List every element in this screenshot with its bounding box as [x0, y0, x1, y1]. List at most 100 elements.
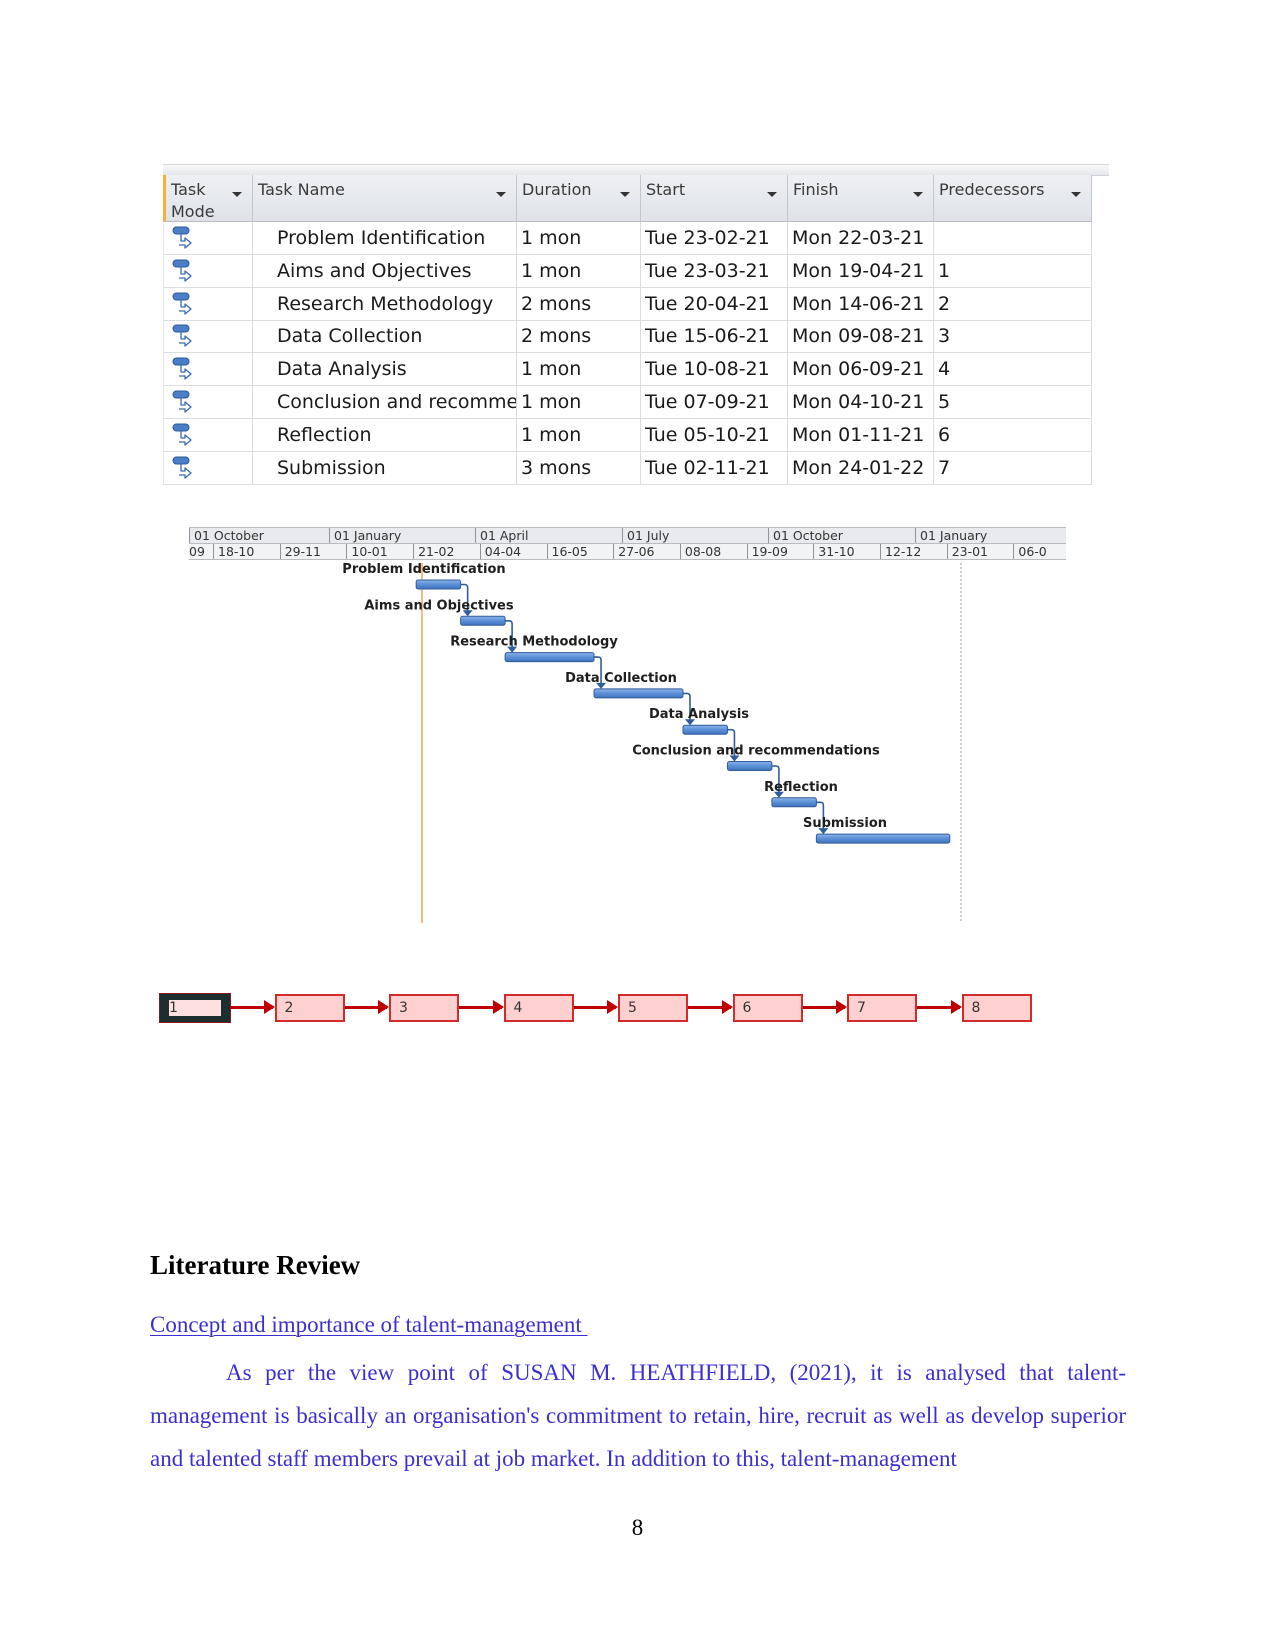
table-row[interactable]: Conclusion and recomme 1 mon Tue 07-09-21 M… [163, 386, 1109, 419]
start-cell[interactable]: Tue 23-03-21 [641, 254, 788, 288]
start-cell[interactable]: Tue 05-10-21 [641, 418, 788, 452]
task-name-cell[interactable]: Data Collection [253, 320, 517, 354]
gantt-bar-label: Data Collection [565, 671, 677, 686]
gantt-task-bar[interactable] [726, 761, 773, 771]
gantt-bar-label: Reflection [764, 780, 838, 795]
network-node[interactable]: 1 [159, 993, 231, 1023]
start-cell[interactable]: Tue 23-02-21 [641, 222, 788, 255]
task-mode-cell[interactable] [163, 353, 253, 387]
dropdown-arrow-icon[interactable] [232, 192, 242, 197]
task-mode-cell[interactable] [163, 418, 253, 452]
task-mode-cell[interactable] [163, 386, 253, 419]
task-name-cell[interactable]: Submission [253, 451, 517, 485]
duration-cell[interactable]: 1 mon [517, 222, 641, 255]
column-header-start[interactable]: Start [641, 175, 788, 222]
dropdown-arrow-icon[interactable] [767, 192, 777, 197]
dropdown-arrow-icon[interactable] [1071, 192, 1081, 197]
task-mode-cell[interactable] [163, 254, 253, 288]
finish-cell[interactable]: Mon 19-04-21 [788, 254, 934, 288]
table-row[interactable]: Research Methodology 2 mons Tue 20-04-21 Mo… [163, 287, 1109, 321]
column-header-duration[interactable]: Duration [517, 175, 641, 222]
predecessors-cell[interactable]: 5 [934, 386, 1092, 419]
dropdown-arrow-icon[interactable] [913, 192, 923, 197]
task-name-cell[interactable]: Research Methodology [253, 287, 517, 321]
duration-cell[interactable]: 1 mon [517, 386, 641, 419]
task-name-cell[interactable]: Data Analysis [253, 353, 517, 387]
table-row[interactable]: Problem Identification 1 mon Tue 23-02-21 M… [163, 222, 1109, 255]
column-header-task-name[interactable]: Task Name [253, 175, 517, 222]
predecessors-cell[interactable]: 3 [934, 320, 1092, 354]
start-cell[interactable]: Tue 07-09-21 [641, 386, 788, 419]
predecessors-cell[interactable]: 7 [934, 451, 1092, 485]
header-label: Start [646, 180, 686, 199]
project-task-table: Task Mode Task Name Duration Start Finis… [163, 164, 1109, 488]
predecessors-cell[interactable] [934, 222, 1092, 255]
duration-cell[interactable]: 2 mons [517, 320, 641, 354]
finish-cell[interactable]: Mon 22-03-21 [788, 222, 934, 255]
task-mode-cell[interactable] [163, 287, 253, 321]
header-label: Task [171, 180, 206, 199]
predecessors-cell[interactable]: 1 [934, 254, 1092, 288]
table-row[interactable]: Data Collection 2 mons Tue 15-06-21 Mon 09-… [163, 320, 1109, 354]
start-cell[interactable]: Tue 20-04-21 [641, 287, 788, 321]
task-name-cell[interactable]: Problem Identification [253, 222, 517, 255]
network-node[interactable]: 6 [732, 994, 803, 1022]
task-mode-cell[interactable] [163, 320, 253, 354]
network-arrow [688, 1000, 732, 1014]
duration-cell[interactable]: 1 mon [517, 418, 641, 452]
finish-cell[interactable]: Mon 14-06-21 [788, 287, 934, 321]
finish-cell[interactable]: Mon 09-08-21 [788, 320, 934, 354]
network-node[interactable]: 2 [274, 994, 345, 1022]
predecessors-cell[interactable]: 2 [934, 287, 1092, 321]
header-label: Finish [793, 180, 839, 199]
header-label: Predecessors [939, 180, 1045, 199]
start-cell[interactable]: Tue 15-06-21 [641, 320, 788, 354]
table-row[interactable]: Submission 3 mons Tue 02-11-21 Mon 24-01-22… [163, 451, 1109, 485]
gantt-task-bar[interactable] [771, 797, 817, 808]
duration-cell[interactable]: 3 mons [517, 451, 641, 485]
network-node[interactable]: 4 [503, 994, 574, 1022]
duration-cell[interactable]: 1 mon [517, 254, 641, 288]
auto-scheduled-task-icon [172, 357, 192, 380]
gantt-bar-label: Research Methodology [450, 635, 618, 650]
gantt-task-bar[interactable] [593, 688, 684, 699]
duration-cell[interactable]: 1 mon [517, 353, 641, 387]
column-header-predecessors[interactable]: Predecessors [934, 175, 1092, 222]
column-header-task-mode[interactable]: Task Mode [163, 175, 253, 222]
task-name-cell[interactable]: Reflection [253, 418, 517, 452]
network-node[interactable]: 8 [961, 994, 1032, 1022]
network-node[interactable]: 7 [847, 994, 917, 1022]
task-name-cell[interactable]: Conclusion and recomme [253, 386, 517, 419]
table-row[interactable]: Data Analysis 1 mon Tue 10-08-21 Mon 06-09-… [163, 353, 1109, 387]
gantt-task-bar[interactable] [415, 579, 462, 590]
task-name-cell[interactable]: Aims and Objectives [253, 254, 517, 288]
duration-cell[interactable]: 2 mons [517, 287, 641, 321]
task-mode-cell[interactable] [163, 451, 253, 485]
header-label: Task Name [258, 180, 345, 199]
dropdown-arrow-icon[interactable] [496, 192, 506, 197]
table-row[interactable]: Reflection 1 mon Tue 05-10-21 Mon 01-11-21 6 [163, 418, 1109, 452]
page-number: 8 [631, 1515, 644, 1540]
network-node[interactable]: 5 [618, 994, 688, 1022]
gantt-task-bar[interactable] [504, 652, 595, 663]
finish-cell[interactable]: Mon 06-09-21 [788, 353, 934, 387]
predecessors-cell[interactable]: 4 [934, 353, 1092, 387]
auto-scheduled-task-icon [172, 259, 192, 282]
task-mode-cell[interactable] [163, 222, 253, 255]
finish-cell[interactable]: Mon 01-11-21 [788, 418, 934, 452]
gantt-bar-label: Aims and Objectives [364, 598, 513, 613]
finish-cell[interactable]: Mon 04-10-21 [788, 386, 934, 419]
table-row[interactable]: Aims and Objectives 1 mon Tue 23-03-21 Mon … [163, 254, 1109, 288]
predecessors-cell[interactable]: 6 [934, 418, 1092, 452]
start-cell[interactable]: Tue 10-08-21 [641, 353, 788, 387]
column-header-finish[interactable]: Finish [788, 175, 934, 222]
gantt-task-bar[interactable] [815, 833, 951, 844]
start-cell[interactable]: Tue 02-11-21 [641, 451, 788, 485]
gantt-task-bar[interactable] [460, 615, 506, 626]
header-label: Mode [171, 202, 215, 221]
subsection-heading: Concept and importance of talent-managem… [150, 1312, 588, 1337]
gantt-task-bar[interactable] [682, 724, 728, 735]
dropdown-arrow-icon[interactable] [620, 192, 630, 197]
finish-cell[interactable]: Mon 24-01-22 [788, 451, 934, 485]
network-node[interactable]: 3 [389, 994, 459, 1022]
